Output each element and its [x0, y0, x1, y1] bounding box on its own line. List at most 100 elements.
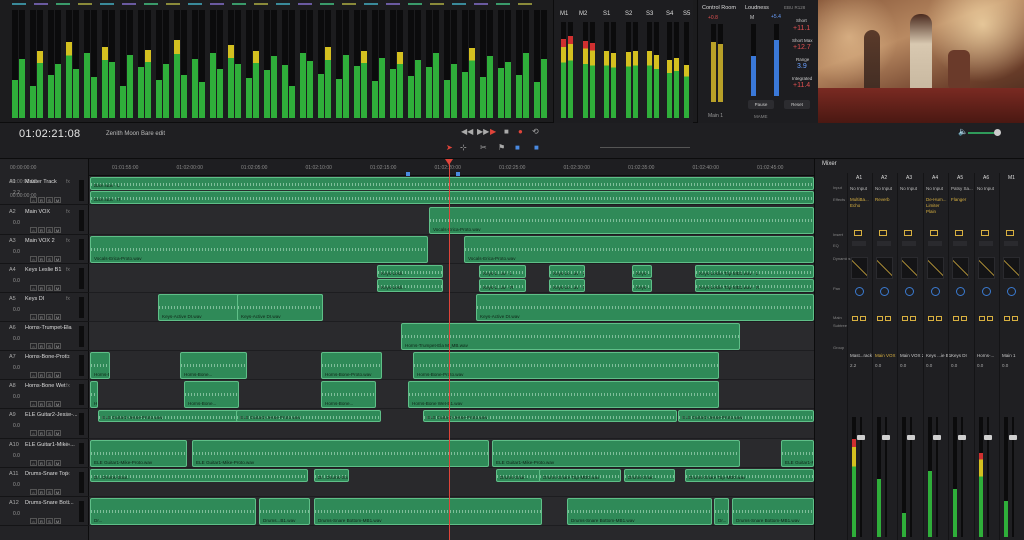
- solo-button[interactable]: S: [46, 197, 53, 203]
- audio-clip[interactable]: Keys-Le...av - L: [549, 265, 585, 278]
- track-header[interactable]: A4 Keys Leslie B1 fx 0.0 ⌂ R S M: [0, 264, 89, 293]
- mixer-channel-name[interactable]: Horns-...: [977, 353, 994, 358]
- audio-clip[interactable]: ELE Guitar2-Jesse-Proto.wav: [423, 410, 677, 422]
- control-room-output[interactable]: Main 1: [708, 113, 723, 119]
- mixer-effects[interactable]: De-Hum... Limiter Plain: [926, 197, 948, 215]
- track-fx-icon[interactable]: fx: [66, 325, 70, 331]
- audio-clip[interactable]: Drums-Snare Top-MB0.wav: [685, 469, 814, 482]
- playhead[interactable]: [445, 159, 453, 540]
- pan-control[interactable]: [982, 287, 991, 296]
- mute-button[interactable]: M: [54, 489, 61, 495]
- fader-handle[interactable]: [1009, 435, 1017, 440]
- pan-control[interactable]: [956, 287, 965, 296]
- main-bus-button[interactable]: [877, 316, 883, 321]
- mixer-channel[interactable]: A5 Patsy Sa... Flanger Keys DI 0.0: [948, 173, 973, 540]
- track-fx-icon[interactable]: fx: [66, 267, 70, 273]
- main-bus-button[interactable]: [902, 316, 908, 321]
- audio-clip[interactable]: Vocals-Erica-Proto.wav: [429, 207, 814, 234]
- track-header[interactable]: A1 Master Track fx 2.2 ⌂ R S M: [0, 176, 89, 205]
- mixer-effects[interactable]: Flanger: [951, 197, 973, 203]
- audio-clip[interactable]: ELE Guitar1-Mike-Proto.wav: [192, 440, 489, 467]
- zoom-slider[interactable]: [600, 147, 690, 148]
- record-arm-button[interactable]: R: [38, 372, 45, 378]
- audio-clip[interactable]: ELE Guitar1-Mike-Proto.wav: [492, 440, 740, 467]
- audio-clip[interactable]: Bare.wav - R: [90, 191, 814, 204]
- pointer-tool-icon[interactable]: ➤: [446, 143, 453, 153]
- mixer-channel-name[interactable]: Main 1: [1002, 353, 1016, 358]
- audio-clip[interactable]: Horns-Bone...: [90, 381, 98, 408]
- insert-slot[interactable]: [955, 230, 963, 236]
- main-bus-button[interactable]: [953, 316, 959, 321]
- track-fx-icon[interactable]: fx: [66, 412, 70, 418]
- dynamics-graph[interactable]: [952, 257, 969, 279]
- mute-button[interactable]: M: [54, 372, 61, 378]
- mixer-input[interactable]: No Input: [900, 186, 917, 191]
- eq-display[interactable]: [1004, 241, 1018, 246]
- track-fx-icon[interactable]: fx: [66, 209, 70, 215]
- record-arm-button[interactable]: R: [38, 227, 45, 233]
- main-bus-button[interactable]: [852, 316, 858, 321]
- record-arm-button[interactable]: R: [38, 401, 45, 407]
- dynamics-graph[interactable]: [978, 257, 995, 279]
- loudness-mode[interactable]: MAME: [754, 114, 768, 119]
- track-fx-icon[interactable]: fx: [66, 354, 70, 360]
- fast-forward-icon[interactable]: ▶▶: [477, 127, 489, 137]
- audio-clip[interactable]: Vocals-Erica-Proto.wav: [464, 236, 814, 263]
- track-name[interactable]: Horns-Trumpet-Ela: [25, 325, 72, 331]
- sub-bus-button[interactable]: [1012, 316, 1018, 321]
- lock-icon[interactable]: ⌂: [30, 460, 37, 466]
- audio-clip[interactable]: Horns-Bone-Proto.wav: [321, 352, 382, 379]
- track-name[interactable]: Keys DI: [25, 296, 44, 302]
- mixer-channel[interactable]: A1 No Input MultiBa... Echo Mast...rack 2.2: [847, 173, 872, 540]
- solo-button[interactable]: S: [46, 227, 53, 233]
- audio-clip[interactable]: Horns-Bone Wet-B1.wav: [408, 381, 719, 408]
- audio-clip[interactable]: Keys-...L: [632, 265, 652, 278]
- mute-button[interactable]: M: [54, 460, 61, 466]
- rewind-icon[interactable]: ◀◀: [461, 127, 473, 137]
- track-header[interactable]: A2 Main VOX fx 0.0 ⌂ R S M: [0, 206, 89, 235]
- lock-icon[interactable]: ⌂: [30, 197, 37, 203]
- eq-display[interactable]: [928, 241, 942, 246]
- dynamics-graph[interactable]: [876, 257, 893, 279]
- audio-clip[interactable]: Drums...B1.wav: [259, 498, 310, 525]
- audio-clip[interactable]: Keys-Leslie Top-MB1.wav - L: [695, 265, 814, 278]
- track-header[interactable]: A11 Drums-Snare Top fx 0.0 ⌂ R S M: [0, 468, 89, 497]
- lock-icon[interactable]: ⌂: [30, 372, 37, 378]
- solo-button[interactable]: S: [46, 285, 53, 291]
- audio-clip[interactable]: Vocals-Erica-Proto.wav: [90, 236, 428, 263]
- razor-tool-icon[interactable]: ✂: [480, 143, 487, 153]
- pan-control[interactable]: [905, 287, 914, 296]
- eq-display[interactable]: [953, 241, 967, 246]
- audio-clip[interactable]: Bare.wav - L: [90, 177, 814, 190]
- marker-icon[interactable]: ■: [515, 143, 520, 153]
- fader-handle[interactable]: [882, 435, 890, 440]
- audio-clip[interactable]: Dr...Drums-Snar...: [314, 469, 349, 482]
- track-header[interactable]: A5 Keys DI fx 0.0 ⌂ R S M: [0, 293, 89, 322]
- mixer-channel[interactable]: M1 Main 1 0.0: [999, 173, 1022, 540]
- mute-button[interactable]: M: [54, 197, 61, 203]
- audio-clip[interactable]: Dr...: [90, 498, 256, 525]
- audio-clip[interactable]: Dr...: [714, 498, 729, 525]
- record-arm-button[interactable]: R: [38, 518, 45, 524]
- audio-clip[interactable]: Horns-Bone-Proto.wav: [413, 352, 719, 379]
- solo-button[interactable]: S: [46, 372, 53, 378]
- record-arm-button[interactable]: R: [38, 460, 45, 466]
- mixer-input[interactable]: No Input: [926, 186, 943, 191]
- eq-display[interactable]: [877, 241, 891, 246]
- track-name[interactable]: Main VOX 2: [25, 238, 55, 244]
- audio-clip[interactable]: Drums-Snare Bottom-MB1.wav: [732, 498, 814, 525]
- record-arm-button[interactable]: R: [38, 489, 45, 495]
- record-arm-button[interactable]: R: [38, 430, 45, 436]
- lock-icon[interactable]: ⌂: [30, 518, 37, 524]
- fader-handle[interactable]: [907, 435, 915, 440]
- track-name[interactable]: Master Track: [25, 179, 57, 185]
- solo-button[interactable]: S: [46, 343, 53, 349]
- mixer-effects[interactable]: MultiBa... Echo: [850, 197, 872, 209]
- mixer-channel[interactable]: A2 No Input Reverb Main VOX 0.0: [872, 173, 896, 540]
- insert-slot[interactable]: [930, 230, 938, 236]
- solo-button[interactable]: S: [46, 401, 53, 407]
- sub-bus-button[interactable]: [961, 316, 967, 321]
- insert-slot[interactable]: [981, 230, 989, 236]
- audio-clip[interactable]: Horns-Bone...: [321, 381, 376, 408]
- track-header[interactable]: A9 ELE Guitar2-Jesse-... fx 0.0 ⌂ R S M: [0, 409, 89, 439]
